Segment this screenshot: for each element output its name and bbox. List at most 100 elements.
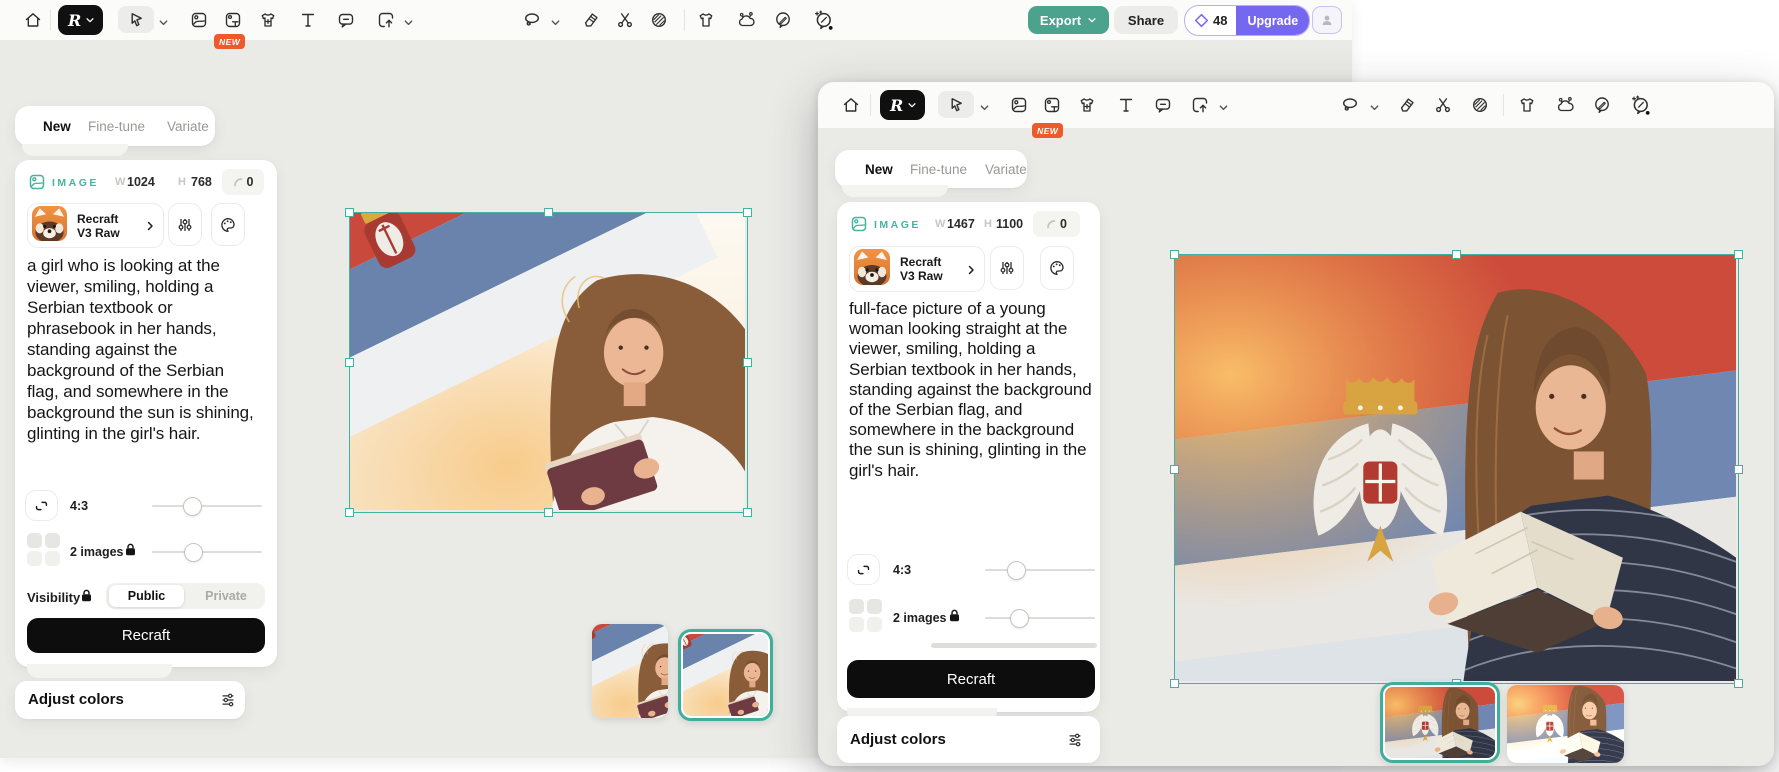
style-palette-button[interactable] xyxy=(1040,246,1074,290)
prompt-text[interactable]: a girl who is looking at the viewer, smi… xyxy=(27,255,255,444)
adjust-colors-icon[interactable] xyxy=(1066,731,1084,754)
lasso-tool-chevron[interactable] xyxy=(550,15,561,33)
count-slider[interactable] xyxy=(152,551,262,553)
text-tool[interactable] xyxy=(1113,92,1139,118)
comment-tool[interactable] xyxy=(1150,92,1176,118)
width-value[interactable]: 1024 xyxy=(127,175,155,189)
ratio-button[interactable] xyxy=(25,490,58,521)
recraft-logo-menu[interactable]: R xyxy=(880,90,925,120)
adjust-colors-icon[interactable] xyxy=(219,691,237,714)
main-tab-new[interactable]: New xyxy=(43,106,71,146)
selection-handle-br[interactable] xyxy=(1734,679,1743,688)
count-slider-knob[interactable] xyxy=(184,543,203,562)
selection-handle-r[interactable] xyxy=(743,358,752,367)
texture-tool[interactable] xyxy=(646,7,672,33)
home-button[interactable] xyxy=(838,92,864,118)
image-text-tool[interactable] xyxy=(1039,92,1065,118)
model-settings-button[interactable] xyxy=(168,203,202,246)
upload-tool-chevron[interactable] xyxy=(403,15,414,33)
main-canvas-image[interactable] xyxy=(350,213,745,510)
main-result-thumbnail-1[interactable] xyxy=(592,624,668,718)
lasso-tool-chevron[interactable] xyxy=(1369,100,1380,118)
select-tool-chevron[interactable] xyxy=(158,15,169,33)
count-slider[interactable] xyxy=(985,617,1095,619)
selection-handle-b[interactable] xyxy=(544,508,553,517)
share-button[interactable]: Share xyxy=(1114,6,1178,34)
selection-handle-bl[interactable] xyxy=(345,508,354,517)
width-value[interactable]: 1467 xyxy=(947,217,975,231)
ai-balloon-tool[interactable] xyxy=(1627,92,1653,118)
user-avatar[interactable] xyxy=(1312,6,1342,34)
eraser-tool[interactable] xyxy=(1394,92,1420,118)
ratio-button[interactable] xyxy=(847,554,880,585)
apparel-add-tool[interactable] xyxy=(255,7,281,33)
mockup-shirt-tool[interactable] xyxy=(1514,92,1540,118)
selection-handle-tr[interactable] xyxy=(743,208,752,217)
model-selector[interactable]: Recraft V3 Raw xyxy=(27,203,164,248)
lasso-tool[interactable] xyxy=(519,7,545,33)
ratio-slider[interactable] xyxy=(152,505,262,507)
selection-handle-t[interactable] xyxy=(1452,250,1461,259)
visibility-public-option[interactable]: Public xyxy=(109,585,184,607)
overlay-result-thumbnail-1-selected[interactable] xyxy=(1380,682,1500,763)
overlay-canvas-image[interactable] xyxy=(1175,255,1736,681)
main-adjust-colors-card[interactable]: Adjust colors xyxy=(15,681,245,719)
comment-tool[interactable] xyxy=(333,7,359,33)
credits-upgrade-control[interactable]: 48 Upgrade xyxy=(1184,5,1310,36)
ratio-slider-knob[interactable] xyxy=(183,497,202,516)
cloud-nodes-tool[interactable] xyxy=(733,7,759,33)
style-palette-button[interactable] xyxy=(211,203,245,246)
overlay-tab-variate[interactable]: Variate xyxy=(985,150,1027,188)
ratio-slider[interactable] xyxy=(985,569,1095,571)
selection-handle-r[interactable] xyxy=(1734,465,1743,474)
main-tab-variate[interactable]: Variate xyxy=(167,106,209,146)
select-tool-chevron[interactable] xyxy=(979,100,990,118)
apparel-add-tool[interactable] xyxy=(1074,92,1100,118)
model-selector[interactable]: Recraft V3 Raw xyxy=(849,246,985,292)
ai-balloon-tool[interactable] xyxy=(810,7,836,33)
recraft-generate-button[interactable]: Recraft xyxy=(27,618,265,653)
main-tab-fine-tune[interactable]: Fine-tune xyxy=(88,106,145,146)
overlay-result-thumbnail-2[interactable] xyxy=(1507,685,1624,763)
selection-handle-l[interactable] xyxy=(1170,465,1179,474)
pointer-upload-tool[interactable] xyxy=(1187,92,1213,118)
text-tool[interactable] xyxy=(295,7,321,33)
selection-handle-tl[interactable] xyxy=(345,208,354,217)
height-value[interactable]: 768 xyxy=(191,175,212,189)
mockup-shirt-tool[interactable] xyxy=(693,7,719,33)
selection-handle-br[interactable] xyxy=(743,508,752,517)
model-settings-button[interactable] xyxy=(990,246,1024,290)
lasso-tool[interactable] xyxy=(1337,92,1363,118)
prompt-text[interactable]: full-face picture of a young woman looki… xyxy=(849,299,1097,481)
selection-handle-t[interactable] xyxy=(544,208,553,217)
selection-handle-tl[interactable] xyxy=(1170,250,1179,259)
select-tool[interactable] xyxy=(938,91,974,118)
ratio-slider-knob[interactable] xyxy=(1007,561,1026,580)
overlay-tab-new[interactable]: New xyxy=(865,150,893,188)
main-result-thumbnail-2-selected[interactable] xyxy=(678,629,773,721)
image-tool[interactable] xyxy=(1006,92,1032,118)
visibility-private-option[interactable]: Private xyxy=(190,585,262,607)
recraft-generate-button[interactable]: Recraft xyxy=(847,660,1095,698)
selection-handle-bl[interactable] xyxy=(1170,679,1179,688)
selection-handle-l[interactable] xyxy=(345,358,354,367)
upgrade-button[interactable]: Upgrade xyxy=(1236,6,1309,35)
overlay-canvas[interactable]: New Fine-tune Variate IMAGE W 1467 H 110… xyxy=(818,128,1774,766)
pointer-upload-tool[interactable] xyxy=(373,7,399,33)
export-button[interactable]: Export xyxy=(1028,6,1109,34)
corner-radius-field[interactable]: 0 xyxy=(222,169,264,195)
height-value[interactable]: 1100 xyxy=(996,217,1023,231)
home-button[interactable] xyxy=(20,7,46,33)
overlay-tab-fine-tune[interactable]: Fine-tune xyxy=(910,150,967,188)
cloud-nodes-tool[interactable] xyxy=(1552,92,1578,118)
scissors-tool[interactable] xyxy=(612,7,638,33)
corner-radius-field[interactable]: 0 xyxy=(1033,211,1080,237)
scissors-tool[interactable] xyxy=(1430,92,1456,118)
eraser-tool[interactable] xyxy=(578,7,604,33)
overlay-adjust-colors-card[interactable]: Adjust colors xyxy=(837,716,1100,763)
image-tool[interactable] xyxy=(186,7,212,33)
texture-tool[interactable] xyxy=(1467,92,1493,118)
sketch-balloon-tool[interactable] xyxy=(770,7,796,33)
select-tool[interactable] xyxy=(118,6,154,33)
selection-handle-tr[interactable] xyxy=(1734,250,1743,259)
